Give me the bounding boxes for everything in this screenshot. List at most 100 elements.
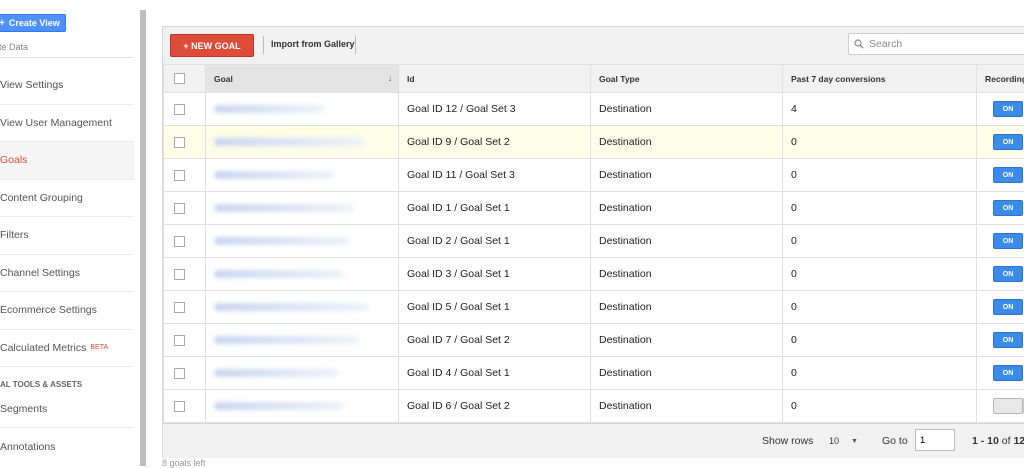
recording-cell: ON [977,357,1024,390]
select-all-checkbox[interactable] [174,73,185,84]
goal-name-cell[interactable] [206,93,399,126]
goto-page-input[interactable] [915,429,955,451]
goal-name-cell[interactable] [206,324,399,357]
goal-id-cell: Goal ID 1 / Goal Set 1 [399,192,591,225]
chevron-down-icon: ▼ [851,438,858,445]
recording-toggle[interactable]: ON [993,266,1023,282]
goal-name-cell[interactable] [206,357,399,390]
show-rows-label: Show rows [762,435,813,447]
sidebar-divider [0,57,134,58]
goal-name-cell[interactable] [206,390,399,423]
row-checkbox[interactable] [174,137,185,148]
recording-cell: ON [977,291,1024,324]
conversions-cell: 0 [783,192,977,225]
goal-id-cell: Goal ID 12 / Goal Set 3 [399,93,591,126]
pagination-bar: Show rows 10 ▼ Go to 1 - 10 of 12 [163,423,1024,458]
conversions-cell: 0 [783,126,977,159]
row-checkbox[interactable] [174,269,185,280]
sidebar-item-channel-settings[interactable]: Channel Settings [0,255,134,293]
goal-type-cell: Destination [591,390,783,423]
goal-name-cell[interactable] [206,258,399,291]
table-row[interactable]: Goal ID 6 / Goal Set 2Destination0OFF [164,390,1024,423]
recording-toggle[interactable]: ON [993,233,1023,249]
sidebar-item-view-user-management[interactable]: View User Management [0,105,134,143]
recording-toggle[interactable]: ON [993,200,1023,216]
goal-id-cell: Goal ID 2 / Goal Set 1 [399,225,591,258]
sidebar-item-ecommerce-settings[interactable]: Ecommerce Settings [0,292,134,330]
import-from-gallery-link[interactable]: Import from Gallery [271,39,355,49]
row-checkbox[interactable] [174,368,185,379]
search-input[interactable] [869,38,1019,50]
recording-toggle[interactable]: OFF [993,398,1023,414]
goal-name-redacted [214,237,349,245]
recording-toggle[interactable]: ON [993,332,1023,348]
sidebar-tools-menu: Segments Annotations [0,391,134,465]
row-checkbox[interactable] [174,236,185,247]
goal-type-cell: Destination [591,357,783,390]
table-row[interactable]: Goal ID 12 / Goal Set 3Destination4ON [164,93,1024,126]
recording-toggle[interactable]: ON [993,299,1023,315]
table-row[interactable]: Goal ID 2 / Goal Set 1Destination0ON [164,225,1024,258]
row-select-cell [164,159,206,192]
table-row[interactable]: Goal ID 7 / Goal Set 2Destination0ON [164,324,1024,357]
sidebar-item-segments[interactable]: Segments [0,391,134,428]
row-checkbox[interactable] [174,104,185,115]
column-header-conversions[interactable]: Past 7 day conversions [783,65,977,93]
new-goal-button[interactable]: + NEW GOAL [170,34,254,57]
table-row[interactable]: Goal ID 5 / Goal Set 1Destination0ON [164,291,1024,324]
row-checkbox[interactable] [174,335,185,346]
column-header-recording[interactable]: Recording [977,65,1024,93]
column-header-goal-type[interactable]: Goal Type [591,65,783,93]
table-row[interactable]: Goal ID 1 / Goal Set 1Destination0ON [164,192,1024,225]
goal-name-cell[interactable] [206,291,399,324]
rows-per-page-select[interactable]: 10 ▼ [823,430,869,452]
toolbar-divider [263,36,264,54]
recording-toggle[interactable]: ON [993,101,1023,117]
conversions-cell: 0 [783,258,977,291]
goal-type-cell: Destination [591,126,783,159]
conversions-cell: 0 [783,291,977,324]
table-row[interactable]: Goal ID 11 / Goal Set 3Destination0ON [164,159,1024,192]
column-header-id[interactable]: Id [399,65,591,93]
beta-badge: BETA [90,344,108,351]
admin-sidebar: + Create View te Data View Settings View… [0,0,148,466]
goals-toolbar: + NEW GOAL Import from Gallery [163,27,1024,65]
goal-type-cell: Destination [591,93,783,126]
goal-name-cell[interactable] [206,159,399,192]
sidebar-item-goals[interactable]: Goals [0,142,134,180]
goals-table: Goal↓ Id Goal Type Past 7 day conversion… [163,64,1024,423]
goal-id-cell: Goal ID 11 / Goal Set 3 [399,159,591,192]
goal-name-cell[interactable] [206,126,399,159]
goals-table-body: Goal ID 12 / Goal Set 3Destination4ONGoa… [164,93,1024,423]
conversions-cell: 0 [783,324,977,357]
sort-down-icon: ↓ [388,74,392,83]
sidebar-view-menu: View Settings View User Management Goals… [0,67,134,367]
column-header-goal[interactable]: Goal↓ [206,65,399,93]
table-row[interactable]: Goal ID 3 / Goal Set 1Destination0ON [164,258,1024,291]
recording-toggle[interactable]: ON [993,134,1023,150]
sidebar-item-annotations[interactable]: Annotations [0,428,134,465]
sidebar-item-filters[interactable]: Filters [0,217,134,255]
goal-name-cell[interactable] [206,225,399,258]
goal-name-cell[interactable] [206,192,399,225]
view-data-label: te Data [0,42,28,52]
table-row[interactable]: Goal ID 4 / Goal Set 1Destination0ON [164,357,1024,390]
recording-toggle[interactable]: ON [993,365,1023,381]
conversions-cell: 0 [783,159,977,192]
goal-name-redacted [214,204,354,212]
sidebar-item-view-settings[interactable]: View Settings [0,67,134,105]
row-checkbox[interactable] [174,401,185,412]
create-view-button[interactable]: + Create View [0,14,66,32]
rows-per-page-value: 10 [829,436,839,446]
table-row[interactable]: Goal ID 9 / Goal Set 2Destination0ON [164,126,1024,159]
sidebar-item-content-grouping[interactable]: Content Grouping [0,180,134,218]
row-checkbox[interactable] [174,203,185,214]
row-checkbox[interactable] [174,302,185,313]
row-checkbox[interactable] [174,170,185,181]
goal-id-cell: Goal ID 4 / Goal Set 1 [399,357,591,390]
search-box[interactable] [848,33,1024,55]
sidebar-scrollbar[interactable] [140,10,146,466]
recording-toggle[interactable]: ON [993,167,1023,183]
goals-left-label: 8 goals left [162,458,206,468]
sidebar-item-calculated-metrics[interactable]: Calculated Metrics BETA [0,330,134,368]
